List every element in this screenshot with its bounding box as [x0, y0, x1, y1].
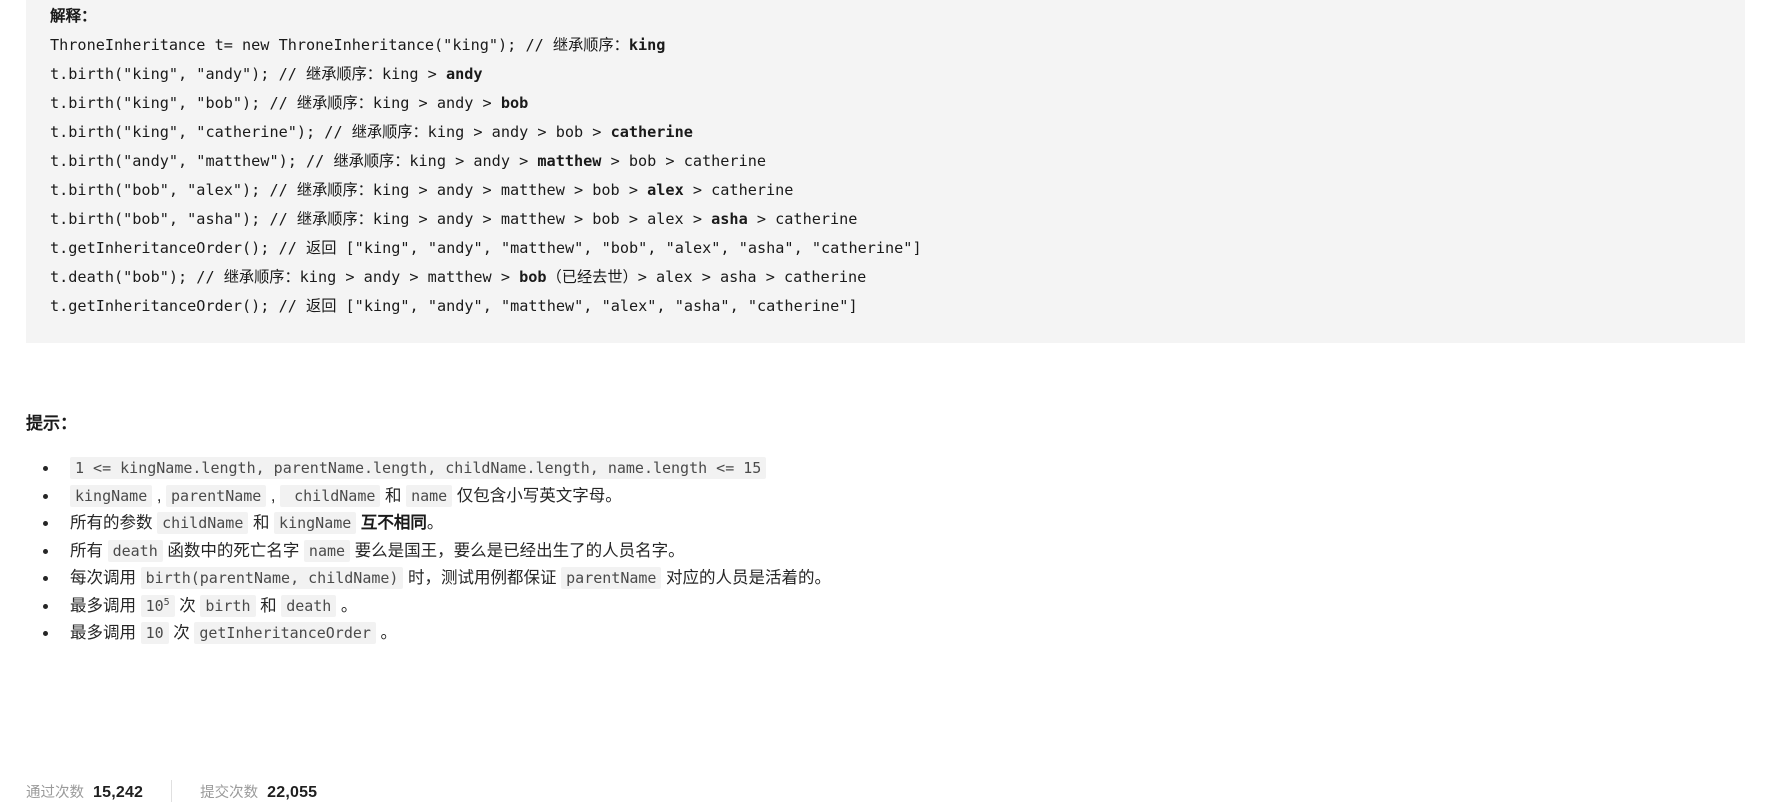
hint-text: 。	[375, 624, 398, 642]
hint-inline-code: getInheritanceOrder	[194, 622, 376, 644]
hints-list: 1 <= kingName.length, parentName.length,…	[26, 455, 1726, 648]
hint-inline-code: death	[281, 594, 337, 617]
hint-inline-code: kingName	[274, 512, 357, 534]
accepted-label: 通过次数	[26, 784, 84, 801]
hint-inline-code: name	[406, 484, 453, 507]
hint-inline-code: childName	[157, 512, 249, 534]
hint-inline-code: birth(parentName, childName)	[140, 567, 404, 589]
hint-item: 所有 death 函数中的死亡名字 name 要么是国王，要么是已经出生了的人员…	[26, 538, 1726, 565]
hint-text: 最多调用	[70, 596, 141, 615]
hint-text: ,	[152, 486, 167, 505]
accepted-stat: 通过次数 15,242	[26, 781, 143, 802]
hint-text: 每次调用	[70, 569, 141, 587]
hint-inline-code: childName	[280, 484, 381, 507]
code-text: （已经去世）> alex > asha > catherine	[546, 268, 867, 286]
explanation-code-block: 解释： ThroneInheritance t= new ThroneInher…	[26, 0, 1745, 343]
hint-text: 。	[336, 596, 358, 615]
hint-item: 最多调用 105 次 birth 和 death 。	[26, 593, 1726, 620]
hint-inline-code: parentName	[166, 484, 267, 507]
hint-text: 和	[380, 486, 407, 505]
explanation-code-line: t.getInheritanceOrder(); // 返回 ["king", …	[50, 292, 1721, 321]
hint-inline-code: name	[303, 539, 351, 562]
code-text: t.getInheritanceOrder(); // 返回 ["king", …	[50, 239, 922, 257]
hint-text: 次	[174, 596, 201, 615]
hint-inline-code: birth	[200, 594, 256, 617]
code-emphasis: alex	[647, 181, 684, 199]
explanation-code-line: t.birth("king", "andy"); // 继承顺序：king > …	[50, 60, 1721, 89]
submissions-label: 提交次数	[200, 784, 259, 801]
explanation-code-line: t.birth("bob", "asha"); // 继承顺序：king > a…	[50, 205, 1721, 234]
explanation-code-line: t.birth("andy", "matthew"); // 继承顺序：king…	[50, 147, 1721, 176]
hint-item: 1 <= kingName.length, parentName.length,…	[26, 455, 1726, 482]
hint-item: kingName , parentName , childName 和 name…	[26, 483, 1726, 510]
explanation-code-line: t.getInheritanceOrder(); // 返回 ["king", …	[50, 234, 1721, 263]
code-text: t.birth("bob", "asha"); // 继承顺序：king > a…	[50, 210, 712, 228]
code-emphasis: matthew	[537, 152, 602, 170]
hint-inline-code: death	[107, 539, 163, 562]
code-emphasis: bob	[519, 268, 547, 286]
hint-inline-code: 1 <= kingName.length, parentName.length,…	[70, 457, 767, 479]
stats-divider	[171, 780, 173, 802]
explanation-code-inner: 解释： ThroneInheritance t= new ThroneInher…	[26, 2, 1745, 321]
hint-text: 仅包含小写英文字母。	[452, 486, 622, 505]
code-text: t.birth("bob", "alex"); // 继承顺序：king > a…	[50, 181, 648, 199]
hint-text: 和	[255, 596, 282, 615]
hint-text: 时，测试用例都保证	[403, 569, 562, 587]
explanation-code-line: t.birth("king", "bob"); // 继承顺序：king > a…	[50, 89, 1721, 118]
hint-inline-code: parentName	[561, 567, 662, 589]
hint-text: 要么是国王，要么是已经出生了的人员名字。	[350, 541, 685, 560]
accepted-value: 15,242	[93, 783, 144, 801]
code-emphasis: catherine	[610, 123, 693, 141]
hints-heading: 提示：	[26, 414, 77, 433]
hint-text: 所有的参数	[70, 514, 158, 532]
problem-stats: 通过次数 15,242 提交次数 22,055	[26, 778, 317, 804]
hint-text: 最多调用	[70, 624, 141, 642]
hint-text: 对应的人员是活着的。	[661, 569, 832, 587]
code-text: > catherine	[747, 210, 858, 228]
code-text: t.getInheritanceOrder(); // 返回 ["king", …	[50, 297, 858, 315]
code-text: t.birth("king", "bob"); // 继承顺序：king > a…	[50, 94, 501, 112]
hint-inline-code: kingName	[70, 484, 153, 507]
hint-text: 函数中的死亡名字	[162, 541, 304, 560]
explanation-code-line: t.birth("king", "catherine"); // 继承顺序：ki…	[50, 118, 1721, 147]
submissions-value: 22,055	[267, 783, 318, 801]
hint-emphasis: 互不相同	[360, 514, 427, 532]
code-emphasis: asha	[711, 210, 748, 228]
hint-text: 和	[248, 514, 275, 532]
code-emphasis: andy	[445, 65, 483, 83]
code-text: t.birth("andy", "matthew"); // 继承顺序：king…	[50, 152, 538, 170]
hint-item: 每次调用 birth(parentName, childName) 时，测试用例…	[26, 565, 1726, 592]
code-text: t.birth("king", "catherine"); // 继承顺序：ki…	[50, 123, 611, 141]
explanation-title: 解释：	[50, 8, 97, 25]
code-text: > catherine	[683, 181, 794, 199]
code-text: > bob > catherine	[601, 152, 767, 170]
explanation-code-lines: ThroneInheritance t= new ThroneInheritan…	[50, 31, 1721, 321]
code-emphasis: bob	[500, 94, 529, 112]
code-text: t.death("bob"); // 继承顺序：king > andy > ma…	[50, 268, 520, 286]
code-text: t.birth("king", "andy"); // 继承顺序：king >	[50, 65, 446, 83]
hint-text: ,	[266, 486, 281, 505]
code-text: ThroneInheritance t= new ThroneInheritan…	[50, 36, 629, 54]
hint-item: 所有的参数 childName 和 kingName 互不相同。	[26, 510, 1726, 537]
submissions-stat: 提交次数 22,055	[200, 781, 317, 802]
code-emphasis: king	[628, 36, 666, 54]
hint-item: 最多调用 10 次 getInheritanceOrder 。	[26, 620, 1726, 647]
explanation-code-line: t.death("bob"); // 继承顺序：king > andy > ma…	[50, 263, 1721, 292]
hint-text: 所有	[70, 541, 108, 560]
hint-text: 。	[426, 514, 444, 532]
hint-inline-code: 105	[140, 594, 175, 617]
explanation-code-line: ThroneInheritance t= new ThroneInheritan…	[50, 31, 1721, 60]
exponent: 5	[163, 596, 170, 608]
explanation-code-line: t.birth("bob", "alex"); // 继承顺序：king > a…	[50, 176, 1721, 205]
hint-text: 次	[168, 624, 195, 642]
hint-inline-code: 10	[140, 622, 169, 644]
